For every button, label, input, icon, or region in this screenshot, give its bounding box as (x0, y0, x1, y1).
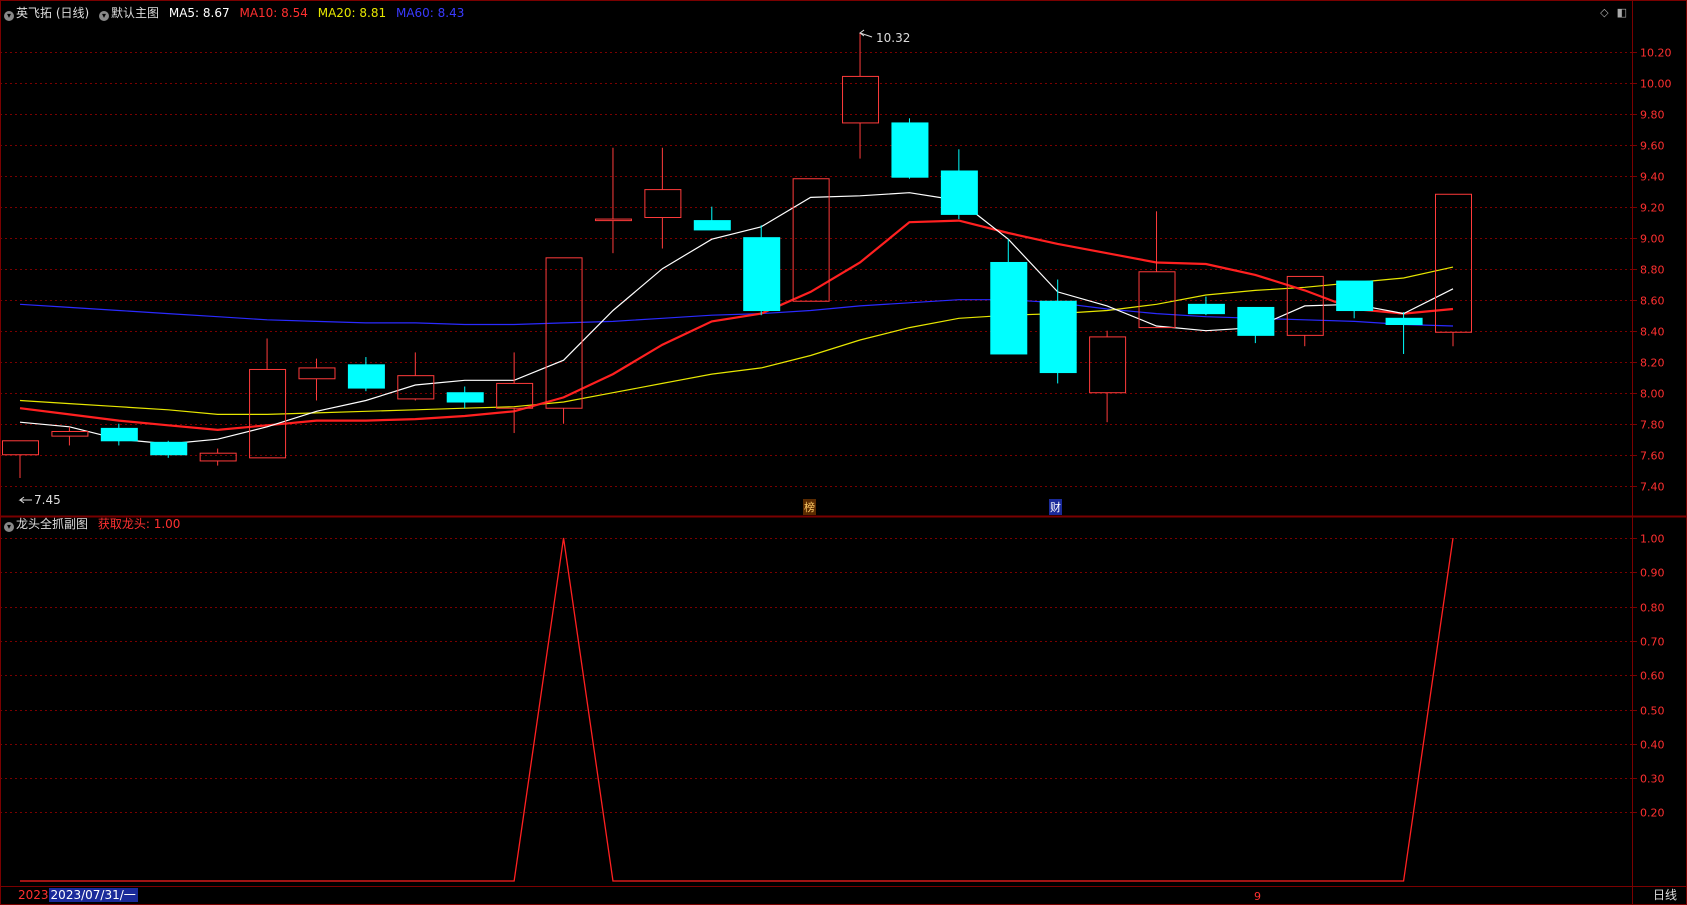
indicator-tick-label: 0.40 (1640, 739, 1665, 752)
stock-title: 英飞拓 (日线) (16, 6, 90, 20)
candle-up (1089, 336, 1127, 394)
candle-down (1336, 280, 1374, 312)
indicator-tick-label: 0.20 (1640, 807, 1665, 820)
collapse-icon[interactable]: ▾ (99, 11, 110, 21)
candle-up (1138, 271, 1176, 329)
price-tick-label: 9.60 (1640, 140, 1665, 153)
indicator-tick-label: 0.50 (1640, 705, 1665, 718)
candle-up (199, 452, 237, 462)
ma20-label: MA20: 8.81 (317, 6, 387, 20)
indicator-tick-label: 0.90 (1640, 567, 1665, 580)
candle-up (496, 382, 534, 409)
indicator-tick-label: 0.60 (1640, 670, 1665, 683)
price-tick-label: 8.00 (1640, 388, 1665, 401)
candle-down (1187, 303, 1225, 315)
candle-down (743, 237, 781, 312)
date-bar: 2023 2023/07/31/一 (18, 886, 138, 903)
candle-down (1385, 317, 1423, 325)
chart-frame (0, 0, 1687, 905)
high-arrow (858, 29, 873, 38)
price-tick-label: 8.60 (1640, 295, 1665, 308)
price-tick-label: 8.80 (1640, 264, 1665, 277)
cursor-date: 2023/07/31/一 (48, 888, 138, 902)
ma10-label: MA10: 8.54 (239, 6, 308, 20)
low-price-label: 7.45 (34, 493, 61, 507)
price-tick-label: 9.40 (1640, 171, 1665, 184)
candle-down (100, 427, 138, 442)
main-chart-legend: ▾ 英飞拓 (日线) ▾ 默认主图 MA5: 8.67 MA10: 8.54 MA2… (4, 5, 470, 21)
kline-chart[interactable]: 10.20 10.00 9.80 9.60 9.40 9.20 9.00 8.80 8.60 8.… (0, 0, 1687, 905)
indicator-line (20, 537, 1454, 882)
panel-toggle-icon[interactable]: ◧ (1617, 6, 1627, 19)
price-tick-label: 8.40 (1640, 326, 1665, 339)
price-tick-label: 9.00 (1640, 233, 1665, 246)
low-arrow (18, 496, 32, 504)
candle-down (446, 392, 484, 403)
ma5-label: MA5: 8.67 (168, 6, 230, 20)
price-tick-label: 9.80 (1640, 109, 1665, 122)
candle-up (51, 430, 89, 437)
candle-down (891, 122, 929, 178)
month-tick: 9 (1254, 890, 1261, 903)
price-tick-label: 7.60 (1640, 450, 1665, 463)
price-tick-label: 8.20 (1640, 357, 1665, 370)
sub-chart-legend: ▾ 龙头全抓副图 获取龙头: 1.00 (4, 516, 186, 532)
price-tick-label: 10.00 (1640, 78, 1672, 91)
price-tick-label: 10.20 (1640, 47, 1672, 60)
candle-down (1237, 306, 1275, 336)
price-tick-label: 9.20 (1640, 202, 1665, 215)
candle-down (693, 220, 731, 231)
sub-chart-value: 获取龙头: 1.00 (97, 517, 181, 531)
price-tick-label: 7.40 (1640, 481, 1665, 494)
candle-down (1039, 300, 1077, 374)
finance-marker[interactable]: 财 (1049, 499, 1062, 515)
candle-down (990, 261, 1028, 355)
year-label: 2023 (18, 888, 49, 902)
chart-name[interactable]: 默认主图 (111, 6, 159, 20)
rank-marker[interactable]: 榜 (803, 499, 816, 515)
price-tick-label: 7.80 (1640, 419, 1665, 432)
collapse-icon[interactable]: ▾ (4, 11, 14, 21)
candle-up (644, 189, 682, 219)
diamond-icon[interactable]: ◇ (1600, 6, 1608, 19)
indicator-tick-label: 0.80 (1640, 602, 1665, 615)
ma20-line (19, 266, 1454, 415)
indicator-tick-label: 1.00 (1640, 533, 1665, 546)
candle-down (150, 441, 188, 456)
candle-up (298, 367, 336, 380)
window-controls: ◇ ◧ (1592, 6, 1627, 19)
candle-up (397, 375, 435, 400)
candle-down (940, 170, 978, 215)
ma60-label: MA60: 8.43 (395, 6, 465, 20)
indicator-tick-label: 0.30 (1640, 773, 1665, 786)
collapse-icon[interactable]: ▾ (4, 522, 14, 532)
candle-up (594, 218, 632, 222)
candle-up (545, 257, 583, 409)
candle-down (347, 364, 385, 389)
high-price-label: 10.32 (876, 31, 910, 45)
candle-up (2, 440, 39, 456)
period-button[interactable]: 日线 (1653, 886, 1677, 903)
candle-up (1435, 193, 1472, 333)
sub-chart-name[interactable]: 龙头全抓副图 (16, 517, 88, 531)
indicator-tick-label: 0.70 (1640, 636, 1665, 649)
